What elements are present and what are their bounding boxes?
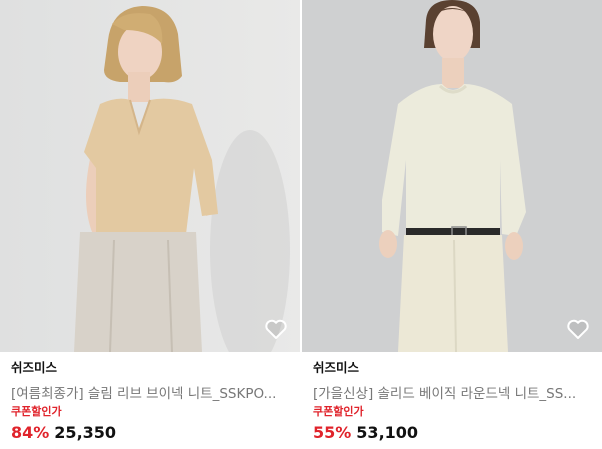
wishlist-heart-icon[interactable]	[264, 318, 288, 340]
product-info: 쉬즈미스 [여름최종가] 슬림 리브 브이넥 니트_SSKPO... 쿠폰할인가…	[11, 359, 296, 444]
coupon-price-label: 쿠폰할인가	[313, 405, 364, 418]
product-card[interactable]: 쉬즈미스 [여름최종가] 슬림 리브 브이넥 니트_SSKPO... 쿠폰할인가…	[0, 0, 300, 449]
product-info: 쉬즈미스 [가을신상] 솔리드 베이직 라운드넥 니트_SS... 쿠폰할인가 …	[313, 359, 598, 444]
price-row: 55% 53,100	[313, 422, 598, 444]
discount-rate: 55%	[313, 423, 352, 442]
brand-name[interactable]: 쉬즈미스	[313, 359, 598, 377]
product-image[interactable]	[302, 0, 602, 352]
brand-name[interactable]: 쉬즈미스	[11, 359, 296, 377]
price-row: 84% 25,350	[11, 422, 296, 444]
sale-price: 25,350	[54, 423, 117, 442]
product-grid: 쉬즈미스 [여름최종가] 슬림 리브 브이넥 니트_SSKPO... 쿠폰할인가…	[0, 0, 602, 449]
product-title[interactable]: [가을신상] 솔리드 베이직 라운드넥 니트_SS...	[313, 383, 598, 405]
discount-rate: 84%	[11, 423, 50, 442]
sale-price: 53,100	[356, 423, 419, 442]
product-card[interactable]: 쉬즈미스 [가을신상] 솔리드 베이직 라운드넥 니트_SS... 쿠폰할인가 …	[302, 0, 602, 449]
coupon-price-label: 쿠폰할인가	[11, 405, 62, 418]
wishlist-heart-icon[interactable]	[566, 318, 590, 340]
product-title[interactable]: [여름최종가] 슬림 리브 브이넥 니트_SSKPO...	[11, 383, 296, 405]
product-image[interactable]	[0, 0, 300, 352]
